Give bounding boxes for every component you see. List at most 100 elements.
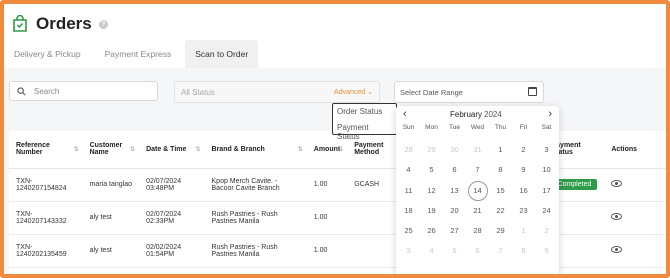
cell-amount: 1.00	[306, 201, 348, 235]
day-cell[interactable]: 7	[466, 160, 489, 180]
cell-amount: 1.00	[306, 234, 348, 268]
advanced-label: Advanced	[334, 89, 366, 96]
header-label: Customer Name	[89, 142, 123, 157]
menu-item-order-status[interactable]: Order Status	[333, 104, 396, 120]
tab-payment-express[interactable]: Payment Express	[95, 40, 182, 68]
date-range-placeholder: Select Date Range	[400, 88, 463, 97]
col-brand-branch[interactable]: Brand & Branch ⇅	[204, 131, 307, 169]
day-cell[interactable]: 7	[489, 241, 512, 261]
day-cell[interactable]: 16	[512, 181, 535, 201]
header-card: Orders ? Delivery & Pickup Payment Expre…	[4, 4, 666, 68]
table-row[interactable]: TXN-1240207154824 maria tanglao 02/07/20…	[9, 168, 666, 202]
cell-payment-method	[347, 234, 402, 268]
date-picker-popup: ‹ February 2024 › Sun Mon Tue Wed Thu Fr…	[396, 106, 559, 274]
view-eye-icon[interactable]	[611, 246, 623, 253]
weekday-label: Tue	[449, 124, 460, 131]
day-cell[interactable]: 24	[535, 201, 558, 221]
tab-scan-to-order[interactable]: Scan to Order	[185, 40, 259, 68]
header-label: Amount	[313, 145, 341, 153]
day-cell[interactable]: 11	[397, 181, 420, 201]
table-row[interactable]: TXN-1240202135459 aly test 02/02/2024 01:…	[9, 234, 666, 268]
weekday-label: Wed	[470, 124, 485, 131]
day-cell[interactable]: 25	[397, 221, 420, 241]
tab-bar: Delivery & Pickup Payment Express Scan t…	[4, 40, 262, 68]
cell-actions	[604, 168, 666, 202]
shopping-bag-icon	[12, 14, 28, 33]
cell-datetime: 02/07/2024 02:33PM	[139, 201, 205, 235]
day-cell[interactable]: 3	[535, 140, 558, 160]
chevron-down-icon: ⌄	[367, 89, 373, 96]
day-cell[interactable]: 1	[512, 221, 535, 241]
day-cell[interactable]: 31	[466, 140, 489, 160]
day-cell[interactable]: 21	[466, 201, 489, 221]
col-date-time[interactable]: Date & Time ⇅	[139, 131, 205, 169]
day-cell[interactable]: 28	[397, 140, 420, 160]
day-cell[interactable]: 9	[535, 241, 558, 261]
day-cell[interactable]: 8	[489, 160, 512, 180]
col-customer-name[interactable]: Customer Name ⇅	[82, 131, 140, 169]
day-cell[interactable]: 5	[420, 160, 443, 180]
cell-datetime: 02/02/2024 01:54PM	[139, 234, 205, 268]
cell-actions	[604, 201, 666, 235]
day-cell[interactable]: 1	[489, 140, 512, 160]
menu-item-payment-status[interactable]: Payment Status	[333, 120, 396, 141]
sort-icon: ⇅	[338, 147, 344, 153]
day-cell[interactable]: 18	[397, 201, 420, 221]
day-cell[interactable]: 6	[466, 241, 489, 261]
sort-icon: ⇅	[297, 147, 303, 153]
day-cell[interactable]: 22	[489, 201, 512, 221]
calendar-icon	[528, 87, 537, 96]
info-icon[interactable]: ?	[98, 19, 108, 29]
day-cell[interactable]: 8	[512, 241, 535, 261]
day-cell[interactable]: 6	[443, 160, 466, 180]
table-row[interactable]: TXN-1240207143332 aly test 02/07/2024 02:…	[9, 201, 666, 235]
day-cell[interactable]: 10	[535, 160, 558, 180]
day-cell[interactable]: 28	[466, 221, 489, 241]
search-input[interactable]: Search	[9, 81, 158, 101]
cell-actions	[604, 234, 666, 268]
weekday-row: Sun Mon Tue Wed Thu Fri Sat	[396, 124, 559, 131]
col-reference-number[interactable]: Reference Number ⇅	[9, 131, 83, 169]
day-cell[interactable]: 29	[420, 140, 443, 160]
day-cell[interactable]: 27	[443, 221, 466, 241]
day-cell[interactable]: 17	[535, 181, 558, 201]
day-cell[interactable]: 14	[467, 180, 488, 201]
day-cell[interactable]: 13	[443, 181, 466, 201]
day-cell[interactable]: 4	[397, 160, 420, 180]
view-eye-icon[interactable]	[611, 180, 623, 187]
day-cell[interactable]: 26	[420, 221, 443, 241]
day-cell[interactable]: 5	[443, 241, 466, 261]
day-cell[interactable]: 3	[397, 241, 420, 261]
day-cell[interactable]: 29	[489, 221, 512, 241]
date-range-input[interactable]: Select Date Range	[394, 81, 544, 103]
header-label: Reference Number	[16, 142, 50, 157]
day-cell[interactable]: 9	[512, 160, 535, 180]
advanced-menu: Order Status Payment Status	[332, 103, 397, 141]
advanced-toggle[interactable]: Advanced ⌄	[334, 88, 373, 96]
chevron-left-icon[interactable]: ‹	[403, 108, 407, 120]
day-cell[interactable]: 2	[535, 221, 558, 241]
chevron-right-icon[interactable]: ›	[548, 108, 552, 120]
day-cell[interactable]: 19	[420, 201, 443, 221]
date-picker-month[interactable]: February	[450, 110, 482, 119]
date-picker-header: ‹ February 2024 ›	[396, 108, 559, 122]
view-eye-icon[interactable]	[611, 213, 623, 220]
header-label: Actions	[611, 145, 638, 153]
day-cell[interactable]: 15	[489, 181, 512, 201]
day-cell[interactable]: 20	[443, 201, 466, 221]
tab-delivery-pickup[interactable]: Delivery & Pickup	[4, 40, 91, 68]
date-picker-year[interactable]: 2024	[484, 110, 502, 119]
page-title: Orders	[36, 14, 92, 33]
app-frame: Orders ? Delivery & Pickup Payment Expre…	[0, 0, 670, 278]
day-cell[interactable]: 2	[512, 140, 535, 160]
status-select[interactable]: All Status Advanced ⌄	[174, 81, 380, 103]
day-cell[interactable]: 30	[443, 140, 466, 160]
header-label: Brand & Branch	[211, 145, 265, 153]
cell-reference: TXN-1240202135459	[9, 234, 83, 268]
cell-brand: Kpop Merch Cavite. - Bacoor Cavite Branc…	[204, 168, 307, 202]
cell-payment-method	[347, 201, 402, 235]
cell-time: 01:54PM	[146, 250, 175, 258]
day-cell[interactable]: 12	[420, 181, 443, 201]
day-cell[interactable]: 4	[420, 241, 443, 261]
day-cell[interactable]: 23	[512, 201, 535, 221]
